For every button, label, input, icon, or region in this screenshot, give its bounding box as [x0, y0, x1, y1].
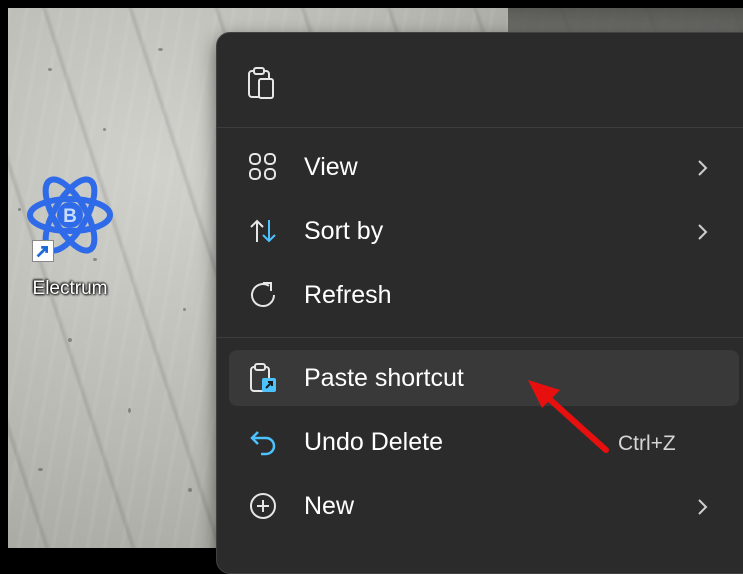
desktop-shortcut-electrum[interactable]: B Electrum [22, 174, 118, 300]
new-plus-icon [250, 493, 276, 519]
context-menu: View Sort by Refresh Paste shortcut Undo… [216, 32, 743, 574]
menu-item-paste-shortcut[interactable]: Paste shortcut [229, 350, 739, 406]
menu-item-label: Sort by [304, 217, 384, 245]
context-menu-top-icons [217, 33, 743, 127]
paste-shortcut-icon [250, 363, 276, 392]
menu-item-refresh[interactable]: Refresh [229, 267, 739, 323]
svg-text:B: B [63, 206, 77, 227]
undo-icon [250, 431, 276, 456]
view-grid-icon [249, 153, 276, 180]
menu-divider [217, 337, 743, 338]
menu-item-label: Undo Delete [304, 428, 443, 456]
menu-item-label: View [304, 153, 358, 181]
menu-item-label: Paste shortcut [304, 364, 464, 392]
keyboard-shortcut: Ctrl+Z [618, 432, 676, 455]
menu-item-sort-by[interactable]: Sort by [229, 203, 739, 259]
red-arrow-pointer [528, 380, 609, 453]
menu-item-label: New [304, 492, 355, 520]
menu-item-view[interactable]: View [229, 139, 739, 195]
sort-arrows-icon [250, 219, 276, 243]
menu-item-label: Refresh [304, 281, 392, 309]
refresh-icon [251, 282, 275, 307]
menu-item-new[interactable]: New [229, 478, 739, 534]
menu-divider [217, 127, 743, 128]
shortcut-arrow-icon [32, 240, 54, 262]
chevron-right-icon [698, 224, 708, 240]
desktop-icon-label: Electrum [32, 278, 108, 299]
menu-item-undo-delete[interactable]: Undo Delete Ctrl+Z [229, 414, 739, 470]
chevron-right-icon [698, 160, 708, 176]
chevron-right-icon [698, 499, 708, 515]
paste-icon[interactable] [247, 66, 277, 100]
